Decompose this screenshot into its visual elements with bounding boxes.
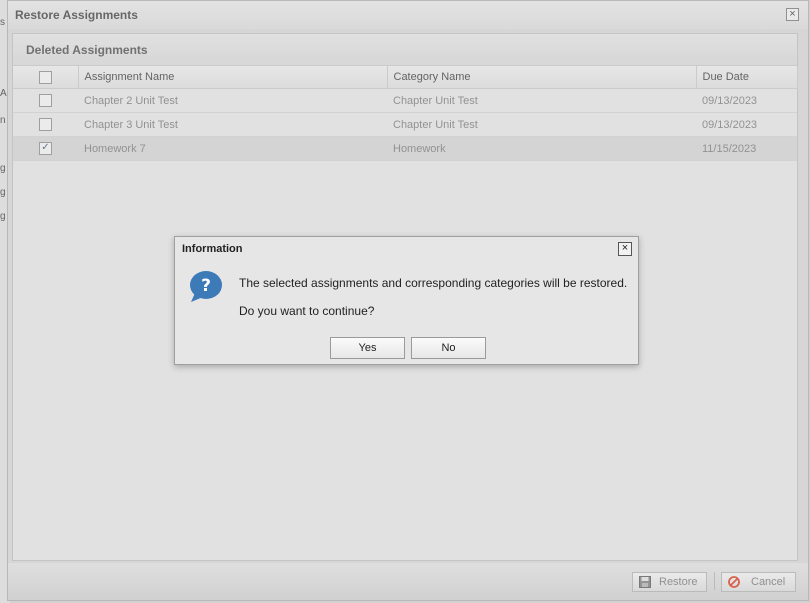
dialog-question: Do you want to continue? — [239, 304, 375, 318]
dialog-title: Information — [182, 243, 243, 255]
svg-text:?: ? — [201, 276, 211, 296]
dialog-message: The selected assignments and correspondi… — [239, 276, 628, 290]
yes-button[interactable]: Yes — [330, 337, 405, 359]
dialog-close-button[interactable]: × — [618, 242, 632, 256]
information-dialog: Information × ? The selected assignments… — [174, 236, 639, 365]
question-icon: ? — [190, 271, 222, 302]
no-button[interactable]: No — [411, 337, 486, 359]
